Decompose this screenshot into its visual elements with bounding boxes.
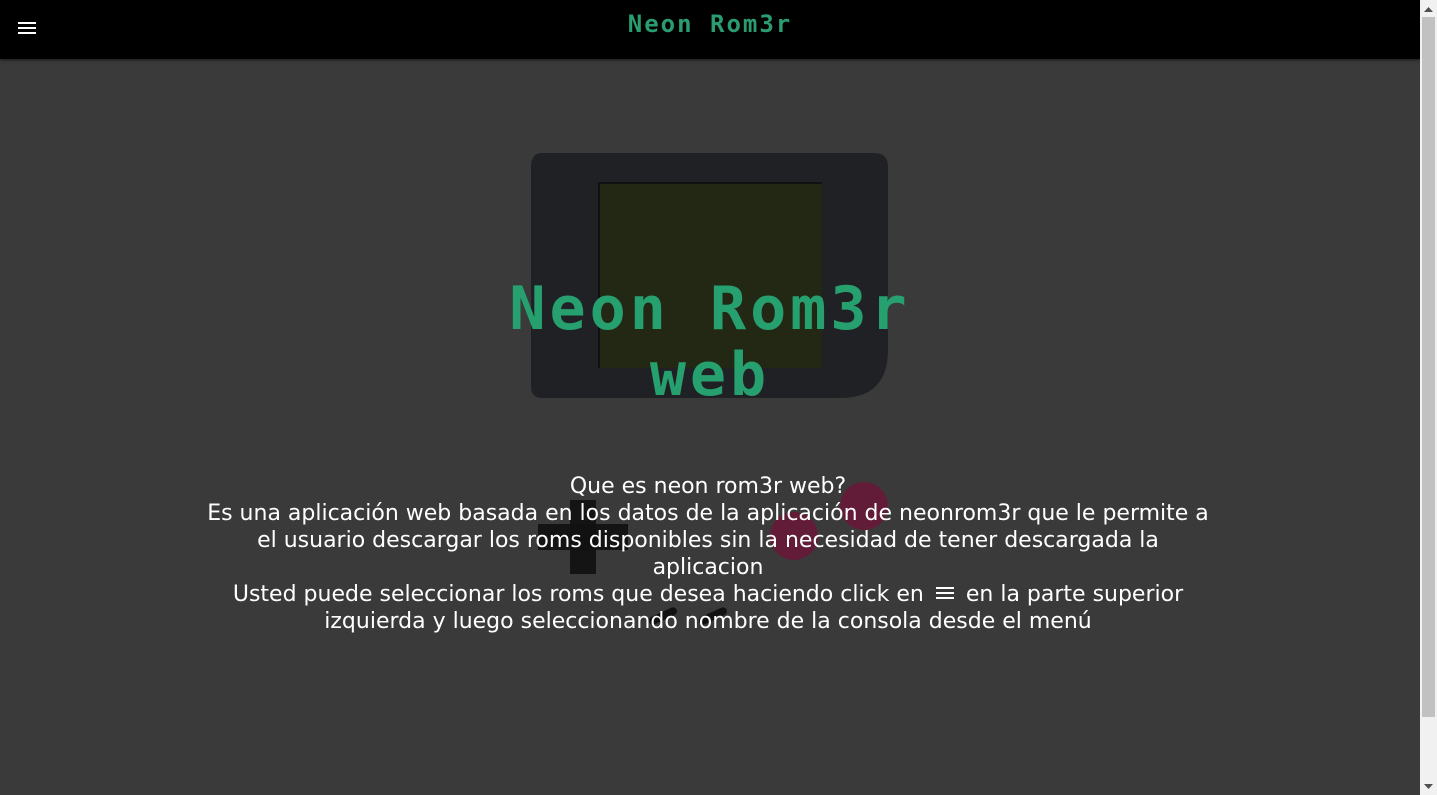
vertical-scrollbar[interactable] <box>1420 0 1437 795</box>
app-title[interactable]: Neon Rom3r <box>0 10 1420 38</box>
inline-menu-icon <box>935 587 954 599</box>
scroll-up-arrow-icon[interactable] <box>1420 0 1437 17</box>
intro-section: Que es neon rom3r web? Es una aplicación… <box>200 473 1216 635</box>
app-root: Neon Rom3r Neon Rom3r web Que es neon ro… <box>0 0 1420 795</box>
top-app-bar: Neon Rom3r <box>0 0 1420 59</box>
intro-question: Que es neon rom3r web? <box>569 474 847 499</box>
scroll-down-arrow-icon[interactable] <box>1420 778 1437 795</box>
hero-title-line1: Neon Rom3r <box>509 274 911 344</box>
intro-description: Es una aplicación web basada en los dato… <box>207 501 1209 580</box>
intro-instructions: Usted puede seleccionar los roms que des… <box>200 581 1216 635</box>
hero-title: Neon Rom3r web <box>480 276 940 408</box>
instructions-before: Usted puede seleccionar los roms que des… <box>232 582 924 607</box>
hero-title-line2: web <box>649 340 771 410</box>
scrollbar-thumb[interactable] <box>1422 17 1435 717</box>
